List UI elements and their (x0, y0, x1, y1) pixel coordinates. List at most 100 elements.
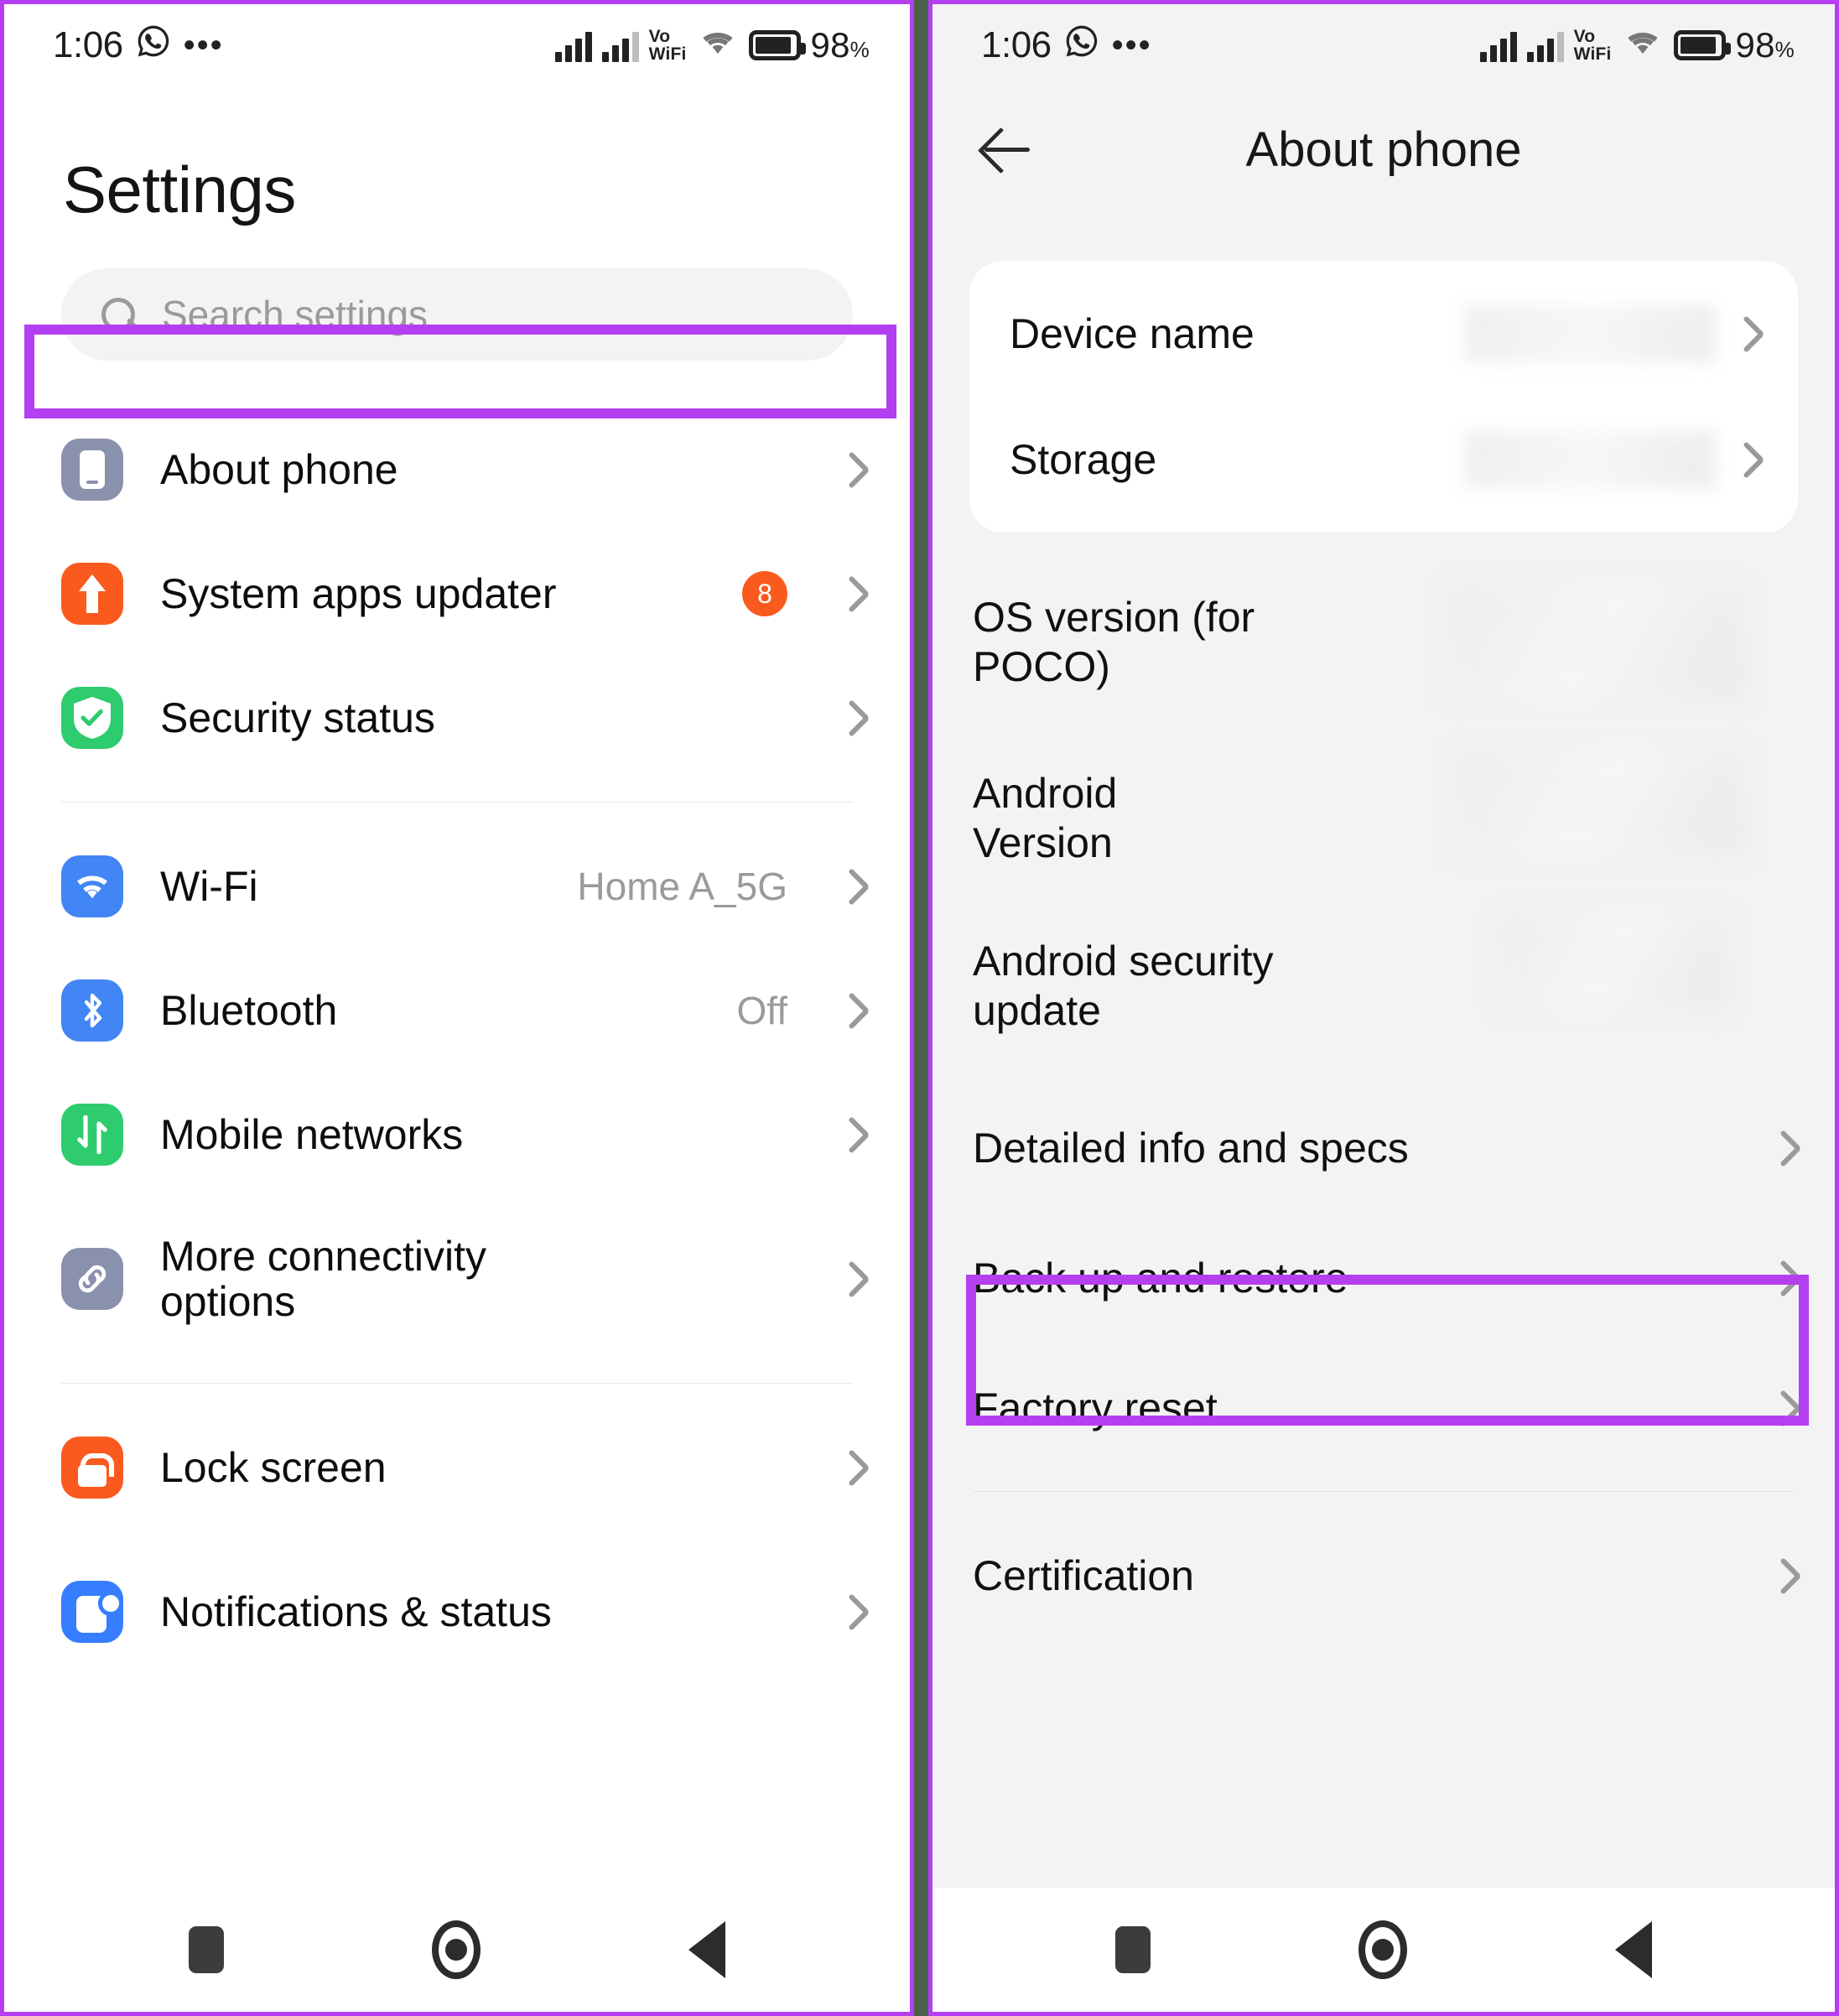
nav-bar-left (4, 1888, 910, 2012)
chevron-right-icon (1776, 1556, 1798, 1595)
redacted-value (1457, 752, 1743, 853)
battery-percent: 98% (1735, 25, 1795, 65)
sidebar-item-label: Mobile networks (160, 1111, 464, 1158)
sidebar-item-label: Notifications & status (160, 1588, 552, 1635)
status-bar-right: 1:06 ••• Vo WiFi 98% (932, 4, 1835, 86)
back-triangle-icon[interactable] (688, 1921, 725, 1978)
chevron-right-icon (1776, 1389, 1798, 1427)
volte-wifi-icon: Vo WiFi (649, 28, 687, 63)
back-triangle-icon[interactable] (1615, 1921, 1652, 1978)
battery-icon (748, 30, 806, 60)
chevron-right-icon (844, 1448, 866, 1487)
battery-percent: 98% (810, 25, 870, 65)
link-icon (61, 1248, 123, 1310)
redacted-value (1464, 430, 1716, 489)
list-item-label: Device name (1010, 309, 1255, 357)
list-item-label: Back up and restore (973, 1254, 1348, 1302)
whatsapp-icon (135, 23, 172, 68)
more-dots-icon: ••• (183, 27, 224, 64)
sidebar-item-security-status[interactable]: Security status (4, 656, 910, 780)
list-item-storage[interactable]: Storage (969, 397, 1798, 522)
status-badge: 8 (742, 571, 787, 616)
bluetooth-icon (61, 979, 123, 1042)
list-item-detailed-info-and-specs[interactable]: Detailed info and specs (932, 1083, 1835, 1213)
sidebar-item-label: Security status (160, 694, 435, 741)
phone-icon (61, 439, 123, 501)
recents-square-icon[interactable] (189, 1926, 224, 1973)
wifi-status-icon (697, 24, 739, 66)
volte-top: Vo (1573, 27, 1596, 46)
chevron-right-icon (844, 699, 866, 737)
status-time: 1:06 (53, 24, 123, 65)
sidebar-item-bluetooth[interactable]: Bluetooth Off (4, 948, 910, 1073)
chevron-right-icon (1739, 440, 1761, 479)
app-bar-title: About phone (1245, 122, 1522, 177)
home-circle-icon[interactable] (432, 1920, 481, 1979)
settings-group-3: Lock screen Notifications & status (4, 1405, 910, 1694)
list-item-label: Factory reset (973, 1384, 1218, 1431)
search-placeholder: Search settings (162, 293, 429, 336)
settings-group-1: About phone System apps updater 8 Securi… (4, 408, 910, 780)
list-item-label: Android security update (973, 938, 1274, 1034)
recents-square-icon[interactable] (1115, 1926, 1151, 1973)
divider (61, 802, 853, 803)
footer-list: Certification (932, 1510, 1835, 1640)
list-item-android-security-update: Android security update (932, 907, 1835, 1074)
list-item-label: Certification (973, 1551, 1194, 1599)
screenshot-stage: 1:06 ••• Vo WiFi 98% Settings Search set… (0, 0, 1839, 2016)
volte-wifi-icon: Vo WiFi (1574, 28, 1612, 63)
settings-screen: 1:06 ••• Vo WiFi 98% Settings Search set… (0, 0, 914, 2016)
status-time: 1:06 (981, 24, 1052, 65)
signal-icon-1 (1479, 29, 1517, 62)
list-item-back-up-and-restore[interactable]: Back up and restore (932, 1213, 1835, 1343)
list-item-device-name[interactable]: Device name (969, 271, 1798, 397)
divider (61, 1383, 853, 1384)
redacted-value (1449, 588, 1743, 697)
app-bar: About phone (932, 86, 1835, 212)
settings-group-2: Wi-Fi Home A_5G Bluetooth Off Mobile net… (4, 824, 910, 1361)
chevron-right-icon (844, 867, 866, 906)
wifi-status-icon (1622, 24, 1664, 66)
list-item-android-version: Android Version (932, 739, 1835, 907)
version-info-list: OS version (for POCO) Android Version An… (932, 563, 1835, 1074)
signal-icon-1 (554, 29, 592, 62)
sidebar-item-mobile-networks[interactable]: Mobile networks (4, 1073, 910, 1197)
chevron-right-icon (844, 991, 866, 1030)
page-title: Settings (63, 153, 296, 226)
volte-bottom: WiFi (648, 44, 687, 64)
list-item-label: Detailed info and specs (973, 1124, 1409, 1172)
chevron-right-icon (844, 1260, 866, 1298)
list-item-certification[interactable]: Certification (932, 1510, 1835, 1640)
chevron-right-icon (844, 1593, 866, 1631)
sidebar-item-label: About phone (160, 446, 398, 493)
chevron-right-icon (844, 450, 866, 489)
status-bar-left: 1:06 ••• Vo WiFi 98% (4, 4, 910, 86)
sidebar-item-label: More connectivity options (160, 1233, 487, 1325)
sidebar-item-label: Bluetooth (160, 987, 338, 1034)
list-item-factory-reset[interactable]: Factory reset (932, 1343, 1835, 1473)
sidebar-item-label: Lock screen (160, 1444, 387, 1491)
action-list: Detailed info and specs Back up and rest… (932, 1083, 1835, 1473)
search-icon (100, 296, 137, 333)
home-circle-icon[interactable] (1358, 1920, 1407, 1979)
divider (973, 1491, 1795, 1492)
sidebar-item-more-connectivity-options[interactable]: More connectivity options (4, 1197, 910, 1361)
list-item-label: OS version (for POCO) (973, 594, 1255, 690)
data-arrows-icon (61, 1104, 123, 1166)
sidebar-item-wifi[interactable]: Wi-Fi Home A_5G (4, 824, 910, 948)
signal-icon-2 (601, 29, 639, 62)
sidebar-item-value: Home A_5G (577, 865, 787, 908)
lock-icon (61, 1437, 123, 1499)
sidebar-item-notifications-status[interactable]: Notifications & status (4, 1530, 910, 1694)
chevron-right-icon (1776, 1129, 1798, 1167)
sidebar-item-about-phone[interactable]: About phone (4, 408, 910, 532)
update-arrow-icon (61, 563, 123, 625)
more-dots-icon: ••• (1111, 27, 1152, 64)
sidebar-item-lock-screen[interactable]: Lock screen (4, 1405, 910, 1530)
search-input[interactable]: Search settings (61, 268, 853, 361)
list-item-label: Android Version (973, 770, 1118, 866)
shield-check-icon (61, 687, 123, 749)
sidebar-item-system-apps-updater[interactable]: System apps updater 8 (4, 532, 910, 656)
sidebar-item-label: System apps updater (160, 570, 557, 617)
chevron-right-icon (844, 574, 866, 613)
